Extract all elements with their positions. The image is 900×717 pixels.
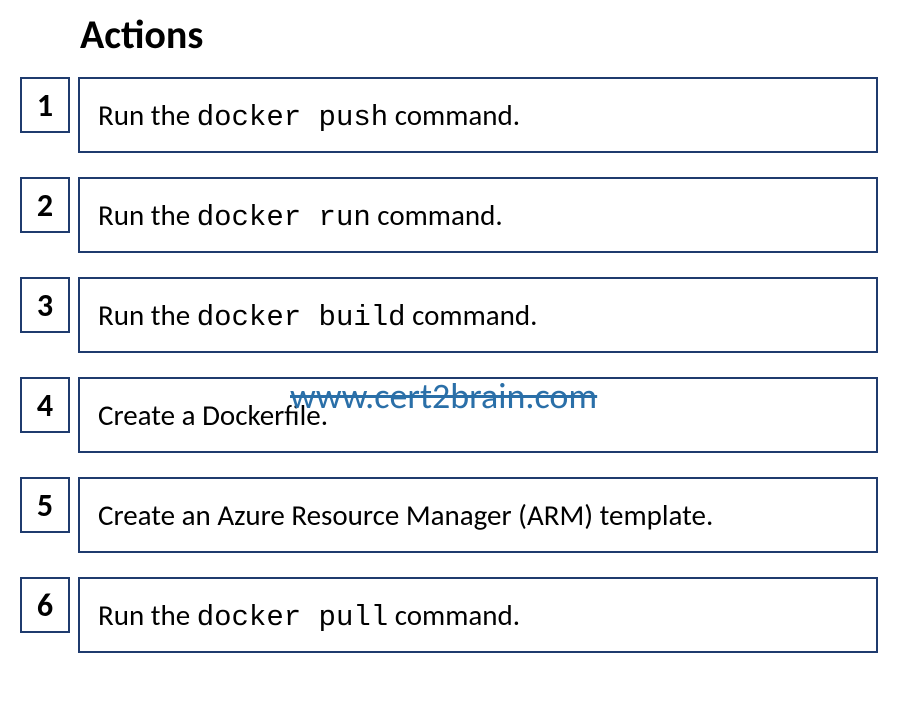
action-text-post: command.	[406, 297, 538, 333]
action-row: 5 Create an Azure Resource Manager (ARM)…	[20, 477, 880, 553]
action-text-post: command.	[388, 97, 520, 133]
action-row: 3 Run the docker build command.	[20, 277, 880, 353]
action-text-pre: Run the	[98, 597, 197, 633]
number-badge: 5	[20, 477, 70, 533]
action-row: 6 Run the docker pull command.	[20, 577, 880, 653]
action-text-pre: Run the	[98, 197, 197, 233]
action-text-pre: Create an Azure Resource Manager (ARM) t…	[98, 497, 713, 533]
action-code: docker build	[197, 301, 406, 334]
number-badge: 6	[20, 577, 70, 633]
action-code: docker push	[197, 101, 388, 134]
number-badge: 2	[20, 177, 70, 233]
action-row: 1 Run the docker push command.	[20, 77, 880, 153]
action-item[interactable]: Create an Azure Resource Manager (ARM) t…	[78, 477, 878, 553]
number-badge: 1	[20, 77, 70, 133]
action-text-post: command.	[371, 197, 503, 233]
action-row: 4 Create a Dockerfile.	[20, 377, 880, 453]
action-text-pre: Run the	[98, 97, 197, 133]
action-item[interactable]: Run the docker build command.	[78, 277, 878, 353]
action-item[interactable]: Run the docker pull command.	[78, 577, 878, 653]
action-text-pre: Run the	[98, 297, 197, 333]
number-badge: 3	[20, 277, 70, 333]
page-title: Actions	[80, 10, 880, 59]
action-code: docker run	[197, 201, 371, 234]
action-item[interactable]: Run the docker run command.	[78, 177, 878, 253]
action-row: 2 Run the docker run command.	[20, 177, 880, 253]
action-item[interactable]: Create a Dockerfile.	[78, 377, 878, 453]
action-text-pre: Create a Dockerfile.	[98, 397, 328, 433]
action-text-post: command.	[388, 597, 520, 633]
action-item[interactable]: Run the docker push command.	[78, 77, 878, 153]
number-badge: 4	[20, 377, 70, 433]
action-code: docker pull	[197, 601, 388, 634]
